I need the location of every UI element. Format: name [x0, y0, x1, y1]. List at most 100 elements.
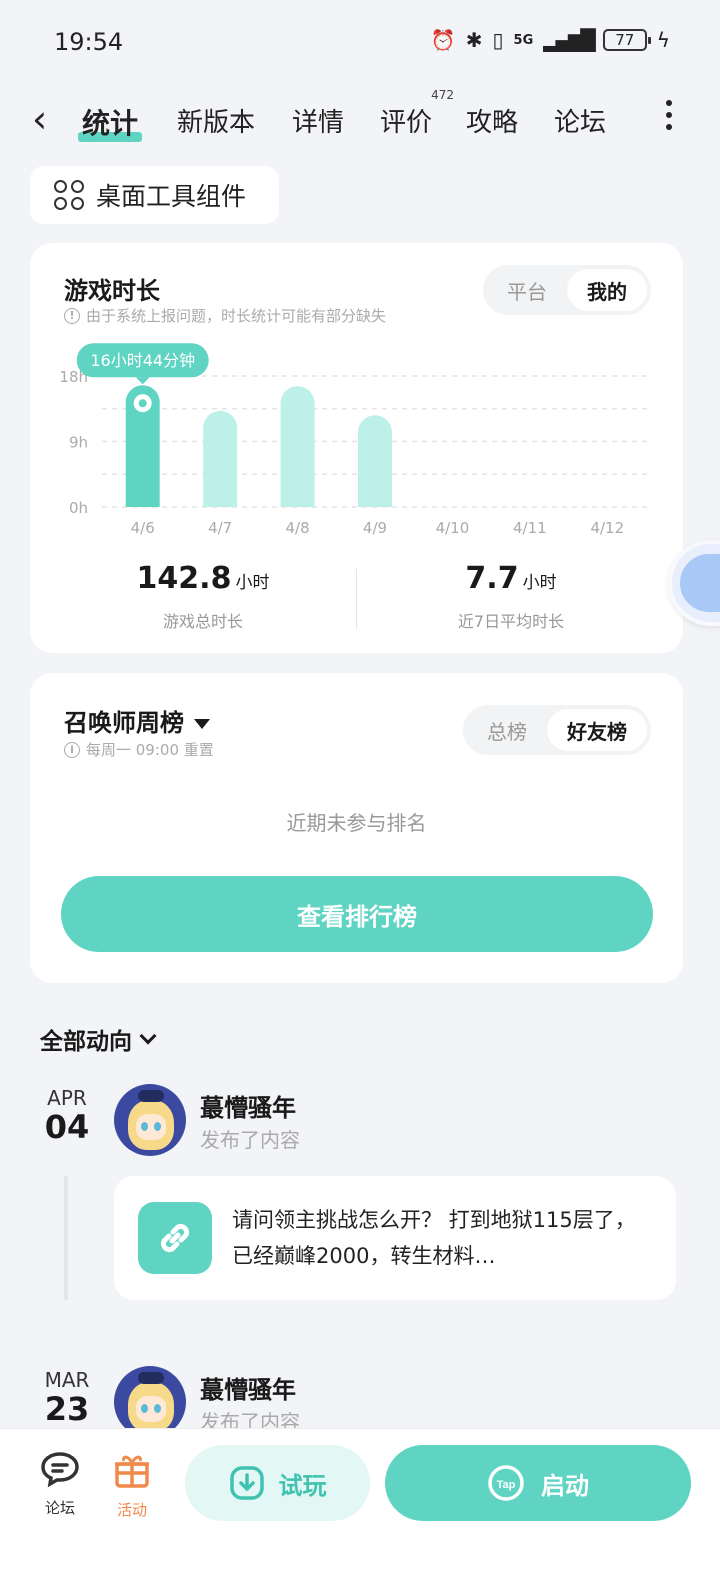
x-tick-label: 4/12	[590, 519, 624, 537]
avatar[interactable]	[114, 1084, 186, 1156]
forum-button[interactable]: 论坛	[30, 1451, 90, 1518]
bottom-bar: 论坛 活动 试玩 Tap 启动	[0, 1428, 720, 1581]
avg-stat: 7.7 小时 近7日平均时长	[348, 561, 674, 632]
avg-unit: 小时	[522, 573, 557, 593]
tab-stats[interactable]: 统计	[78, 102, 143, 142]
ranking-card: 召唤师周榜 i 每周一 09:00 重置 总榜 好友榜 近期未参与排名 查看排行…	[30, 673, 683, 983]
feed-action: 发布了内容	[200, 1128, 300, 1152]
desktop-widget-label: 桌面工具组件	[96, 182, 247, 211]
dropdown-triangle-icon	[194, 719, 210, 729]
chat-bubble-icon	[41, 1452, 79, 1488]
x-tick-label: 4/9	[363, 519, 387, 537]
top-nav: ‹ 统计 新版本 详情 评价 472 攻略 论坛	[0, 88, 720, 154]
y-tick-label: 9h	[69, 434, 88, 452]
total-stat: 142.8 小时 游戏总时长	[40, 561, 366, 632]
desktop-widget-button[interactable]: 桌面工具组件	[30, 166, 279, 224]
playtime-hint: ! 由于系统上报问题，时长统计可能有部分缺失	[64, 305, 386, 326]
feed-filter[interactable]: 全部动向	[40, 1022, 157, 1056]
status-bar: 19:54 ⏰ ✱ ▯ 5G ▂▄▆█ 77 ϟ	[0, 0, 720, 84]
chart-tooltip-arrow	[135, 377, 150, 385]
review-count-badge: 472	[431, 88, 455, 102]
x-tick-label: 4/7	[208, 519, 232, 537]
playtime-hint-text: 由于系统上报问题，时长统计可能有部分缺失	[86, 307, 387, 325]
trial-label: 试玩	[278, 1471, 327, 1500]
thread-line	[64, 1176, 68, 1300]
launch-button[interactable]: Tap 启动	[385, 1445, 691, 1521]
tap-logo-text: Tap	[497, 1479, 516, 1491]
playtime-toggle: 平台 我的	[483, 265, 651, 315]
link-icon	[138, 1202, 212, 1274]
playtime-chart: 0h9h18h16小时44分钟4/6 4/7 4/8 4/9 4/10 4/11 4/12	[59, 343, 652, 537]
tap-logo-icon: Tap	[488, 1465, 524, 1501]
tab-guides[interactable]: 攻略	[466, 102, 518, 139]
feed-date: MAR 23	[30, 1368, 104, 1427]
feed-username[interactable]: 蕞懵骚年	[200, 1370, 296, 1405]
avg-label: 近7日平均时长	[457, 612, 565, 631]
tab-details[interactable]: 详情	[292, 102, 344, 139]
forum-label: 论坛	[44, 1499, 75, 1517]
feed-date-month: MAR	[44, 1368, 90, 1392]
feed-post-card[interactable]: 请问领主挑战怎么开？ 打到地狱115层了，已经巅峰2000，转生材料…	[114, 1176, 676, 1300]
tab-stats-label: 统计	[82, 107, 139, 140]
toggle-platform[interactable]: 平台	[487, 269, 567, 311]
chart-bar	[358, 415, 392, 507]
charging-icon: ϟ	[656, 28, 670, 52]
playtime-title: 游戏时长	[64, 277, 160, 305]
ranking-title[interactable]: 召唤师周榜	[64, 703, 210, 738]
feed-date-day: 04	[44, 1108, 90, 1146]
total-unit: 小时	[235, 573, 270, 593]
ranking-title-text: 召唤师周榜	[64, 709, 184, 737]
y-tick-label: 0h	[69, 499, 88, 517]
toggle-overall[interactable]: 总榜	[467, 709, 547, 751]
x-tick-label: 4/10	[436, 519, 470, 537]
network-icon: 5G	[513, 32, 534, 48]
ranking-hint: i 每周一 09:00 重置	[64, 739, 214, 760]
feed-username[interactable]: 蕞懵骚年	[200, 1088, 296, 1123]
x-tick-label: 4/6	[131, 519, 155, 537]
chart-bar	[203, 410, 238, 507]
activity-label: 活动	[116, 1501, 147, 1519]
total-label: 游戏总时长	[162, 612, 243, 631]
toggle-mine[interactable]: 我的	[567, 269, 647, 311]
feed-filter-label: 全部动向	[40, 1029, 132, 1055]
download-icon	[229, 1466, 264, 1500]
info-icon: i	[64, 741, 80, 758]
playtime-card: 游戏时长 ! 由于系统上报问题，时长统计可能有部分缺失 平台 我的 0h 9h 18…	[30, 243, 683, 653]
back-icon[interactable]: ‹	[32, 100, 47, 138]
ranking-hint-text: 每周一 09:00 重置	[86, 741, 214, 759]
status-time: 19:54	[54, 28, 124, 56]
ranking-toggle: 总榜 好友榜	[463, 705, 651, 755]
chart-tooltip-text: 16小时44分钟	[90, 351, 195, 370]
tab-new-version[interactable]: 新版本	[177, 102, 255, 139]
battery-icon: 77	[602, 29, 651, 51]
x-tick-label: 4/11	[513, 519, 547, 537]
vibrate-icon: ▯	[492, 28, 504, 52]
bar-marker-dot	[138, 399, 147, 408]
tab-reviews[interactable]: 评价 472	[380, 88, 454, 139]
alarm-icon: ⏰	[430, 28, 456, 52]
chart-bar	[280, 386, 315, 507]
activity-button[interactable]: 活动	[102, 1451, 162, 1520]
signal-icon: ▂▄▆█	[543, 28, 596, 52]
ranking-empty-text: 近期未参与排名	[286, 811, 427, 835]
feed-date-day: 23	[44, 1390, 90, 1428]
launch-label: 启动	[541, 1471, 589, 1500]
avg-value: 7.7	[465, 561, 519, 596]
toggle-friends[interactable]: 好友榜	[547, 709, 647, 751]
trial-button[interactable]: 试玩	[185, 1445, 370, 1521]
status-icons: ⏰ ✱ ▯ 5G ▂▄▆█ 77 ϟ	[431, 28, 670, 52]
post-text: 请问领主挑战怎么开？ 打到地狱115层了，已经巅峰2000，转生材料…	[232, 1208, 636, 1268]
total-value: 142.8	[136, 561, 232, 596]
playtime-stats: 142.8 小时 游戏总时长 7.7 小时 近7日平均时长	[30, 561, 683, 641]
x-tick-label: 4/8	[286, 519, 310, 537]
feed-date: APR 04	[30, 1086, 104, 1145]
feed-date-month: APR	[47, 1086, 87, 1110]
chevron-down-icon	[139, 1027, 157, 1045]
more-icon[interactable]	[666, 100, 674, 136]
gift-icon	[115, 1455, 149, 1488]
bluetooth-icon: ✱	[465, 28, 483, 52]
tab-forum[interactable]: 论坛	[554, 102, 606, 139]
info-icon: !	[64, 307, 80, 324]
view-leaderboard-button[interactable]: 查看排行榜	[61, 876, 653, 952]
widget-grid-icon	[54, 180, 84, 210]
